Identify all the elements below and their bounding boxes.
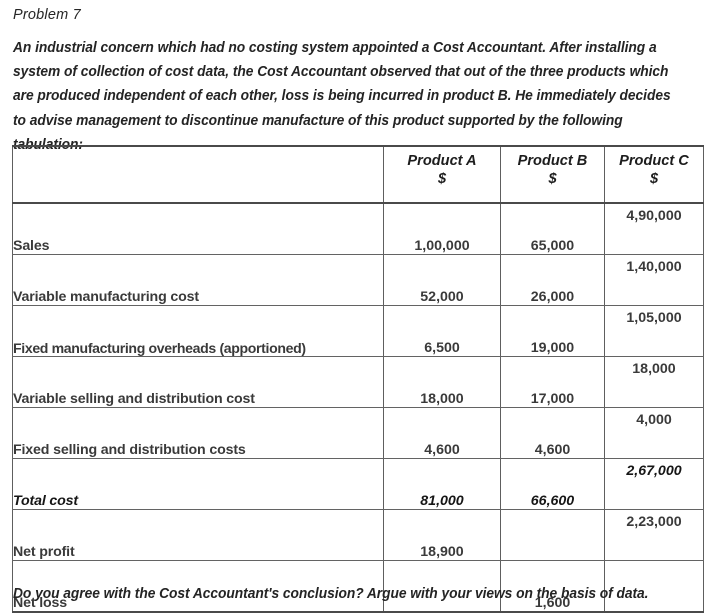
row-label: Variable manufacturing cost xyxy=(12,254,384,306)
row-label: Fixed manufacturing overheads (apportion… xyxy=(12,305,384,357)
cell-product-b: 19,000 xyxy=(500,305,605,357)
cell-product-b: 17,000 xyxy=(500,356,605,408)
product-c-currency: $ xyxy=(649,171,659,187)
cell-product-b: 65,000 xyxy=(500,202,605,255)
row-label: Fixed selling and distribution costs xyxy=(12,407,384,459)
cell-product-a: 52,000 xyxy=(383,254,501,306)
cell-product-a: 4,600 xyxy=(383,407,501,459)
table-header-row: Product A $ Product B $ Product C $ xyxy=(12,145,704,204)
table-row-total-cost: Total cost 81,000 66,600 2,67,000 xyxy=(12,458,704,510)
cell-product-b: 26,000 xyxy=(500,254,605,306)
cell-product-b xyxy=(500,509,605,561)
product-a-name: Product A xyxy=(407,153,477,169)
cell-product-b: 66,600 xyxy=(500,458,605,510)
row-label: Sales xyxy=(12,202,384,255)
cell-product-a: 81,000 xyxy=(383,458,501,510)
cell-product-a: 6,500 xyxy=(383,305,501,357)
table-row: Fixed selling and distribution costs 4,6… xyxy=(12,407,704,459)
document-page: Problem 7 An industrial concern which ha… xyxy=(0,0,720,614)
cell-product-a: 18,000 xyxy=(383,356,501,408)
cell-product-a: 18,900 xyxy=(383,509,501,561)
table-header-product-b: Product B $ xyxy=(500,145,605,204)
cell-product-c: 1,40,000 xyxy=(604,254,704,306)
problem-statement-paragraph: An industrial concern which had no costi… xyxy=(13,40,671,153)
cell-product-a: 1,00,000 xyxy=(383,202,501,255)
table-header-label-column xyxy=(12,145,384,204)
costing-table-container: Product A $ Product B $ Product C $ Sale… xyxy=(12,145,704,613)
page-title: Problem 7 xyxy=(13,7,81,23)
product-b-name: Product B xyxy=(517,153,588,169)
row-label: Total cost xyxy=(12,458,384,510)
costing-table: Product A $ Product B $ Product C $ Sale… xyxy=(12,145,704,613)
row-label: Net profit xyxy=(12,509,384,561)
cell-product-c: 4,90,000 xyxy=(604,202,704,255)
table-header-product-c: Product C $ xyxy=(604,145,704,204)
table-row: Variable selling and distribution cost 1… xyxy=(12,356,704,408)
table-row: Fixed manufacturing overheads (apportion… xyxy=(12,305,704,357)
table-row: Net profit 18,900 2,23,000 xyxy=(12,509,704,561)
table-row: Variable manufacturing cost 52,000 26,00… xyxy=(12,254,704,306)
closing-question: Do you agree with the Cost Accountant's … xyxy=(13,586,649,602)
product-b-currency: $ xyxy=(548,171,557,187)
product-c-name: Product C xyxy=(619,153,689,169)
cell-product-c: 4,000 xyxy=(604,407,704,459)
cell-product-c: 1,05,000 xyxy=(604,305,704,357)
cell-product-c: 18,000 xyxy=(604,356,704,408)
row-label: Variable selling and distribution cost xyxy=(12,356,384,408)
table-row: Sales 1,00,000 65,000 4,90,000 xyxy=(12,202,704,255)
cell-product-c: 2,67,000 xyxy=(604,458,704,510)
cell-product-b: 4,600 xyxy=(500,407,605,459)
product-a-currency: $ xyxy=(437,171,447,187)
table-header-product-a: Product A $ xyxy=(383,145,501,204)
cell-product-c: 2,23,000 xyxy=(604,509,704,561)
